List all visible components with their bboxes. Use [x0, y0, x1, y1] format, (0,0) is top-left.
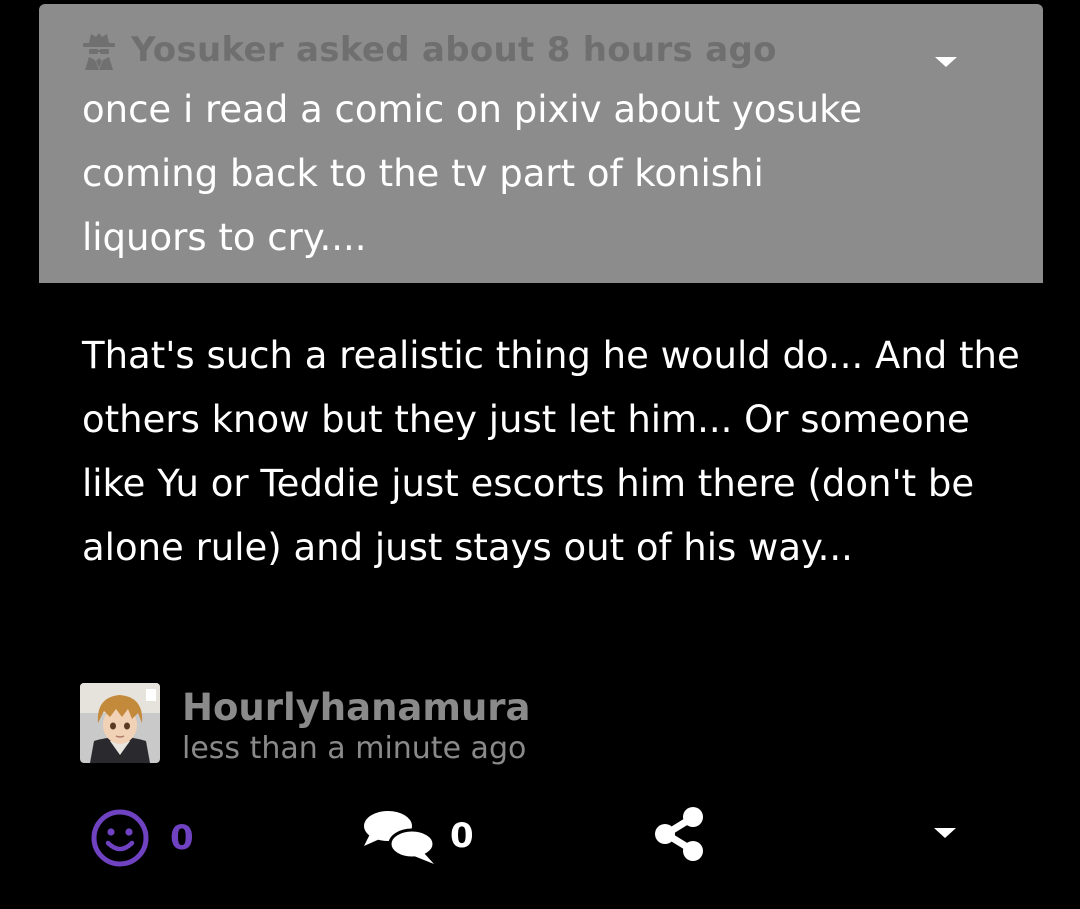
avatar-image [80, 683, 160, 763]
author-block: Hourlyhanamura less than a minute ago [80, 683, 531, 767]
share-icon [655, 807, 703, 861]
react-count: 0 [170, 818, 194, 858]
author-info: Hourlyhanamura less than a minute ago [182, 683, 531, 767]
avatar[interactable] [80, 683, 160, 763]
comment-count: 0 [450, 816, 474, 856]
share-button[interactable] [652, 806, 708, 862]
author-time: less than a minute ago [182, 731, 527, 766]
asker-text: Yosuker asked about 8 hours ago [131, 30, 777, 70]
answer-text: That's such a realistic thing he would d… [82, 334, 1020, 569]
comment-button[interactable]: 0 [362, 806, 474, 866]
spy-icon [83, 33, 115, 70]
question-text: once i read a comic on pixiv about yosuk… [82, 88, 863, 259]
smiley-icon [91, 809, 149, 867]
author-name[interactable]: Hourlyhanamura [182, 685, 531, 731]
asker-line: Yosuker asked about 8 hours ago [81, 26, 777, 74]
question-menu-caret-down-icon[interactable] [935, 57, 957, 67]
speech-bubbles-icon [364, 811, 436, 864]
action-bar: 0 0 [0, 800, 1080, 870]
react-button[interactable]: 0 [90, 808, 194, 868]
more-caret-down-icon[interactable] [934, 828, 956, 838]
question-card: Yosuker asked about 8 hours ago once i r… [39, 4, 1043, 283]
